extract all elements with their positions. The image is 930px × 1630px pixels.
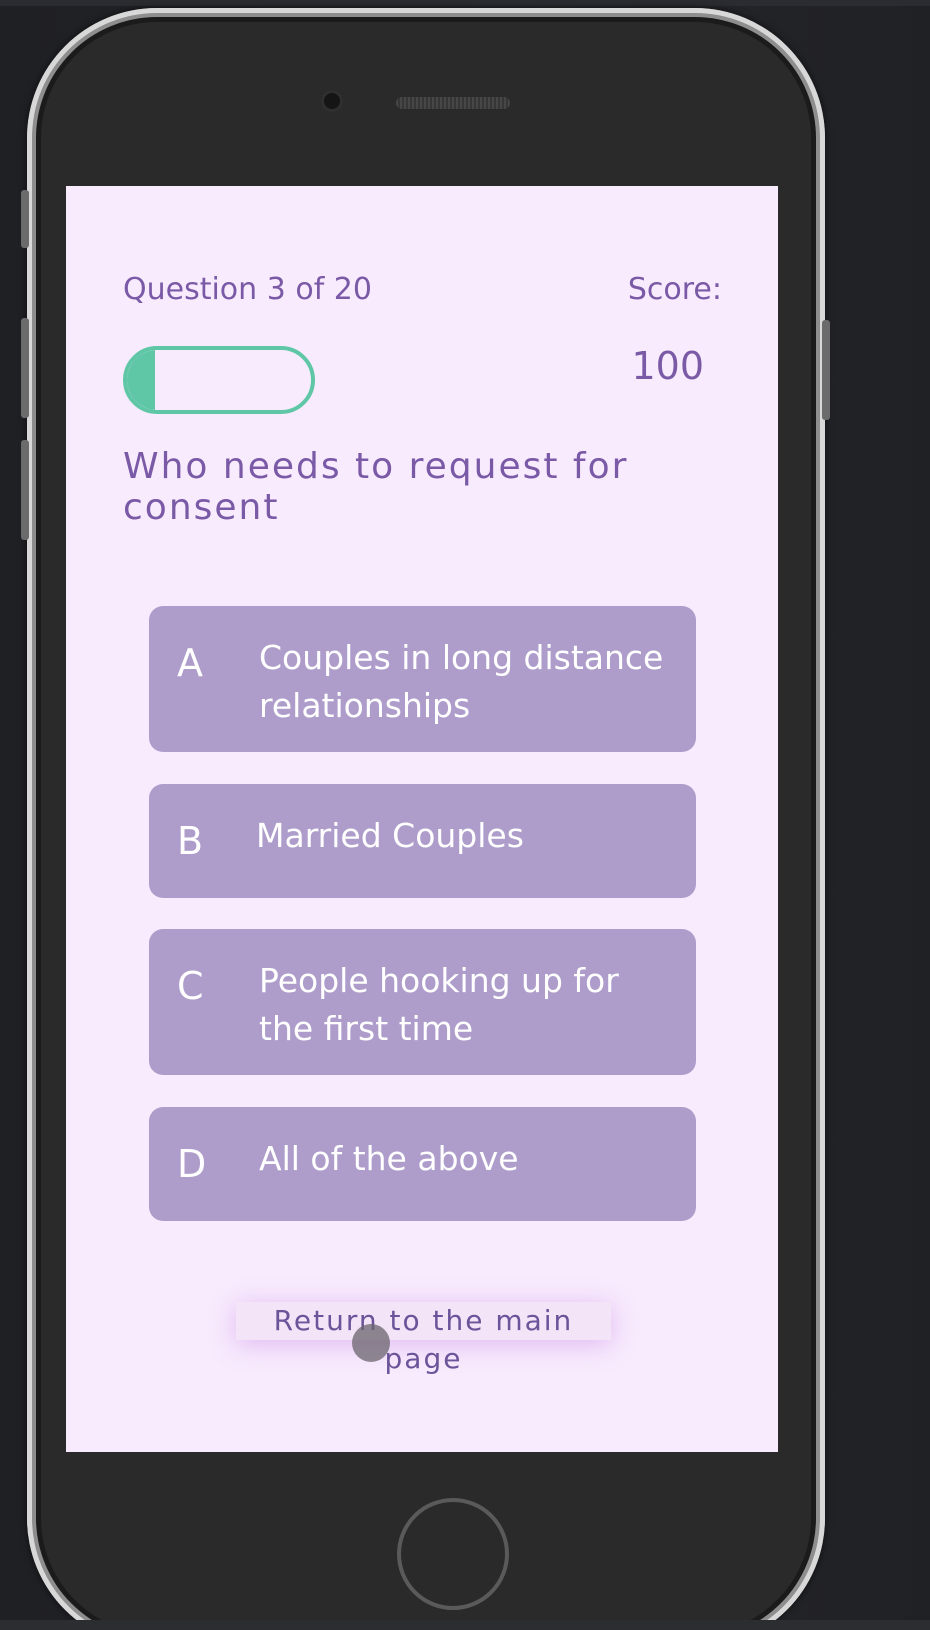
desktop-background: Question 3 of 20 Score: 100 Who needs to…	[0, 0, 930, 1630]
score-value: 100	[631, 344, 704, 388]
answer-option-d[interactable]: D All of the above	[149, 1107, 696, 1221]
volume-up-button	[21, 318, 29, 418]
progress-bar	[123, 346, 315, 414]
app-screen: Question 3 of 20 Score: 100 Who needs to…	[66, 186, 778, 1452]
progress-bar-fill	[127, 350, 155, 410]
option-text: Couples in long distance relationships	[259, 638, 664, 725]
option-letter: C	[177, 964, 204, 1008]
answer-option-c[interactable]: C People hooking up for the first time	[149, 929, 696, 1075]
option-letter: D	[177, 1142, 207, 1186]
volume-down-button	[21, 440, 29, 540]
earpiece-speaker	[396, 97, 510, 109]
question-counter: Question 3 of 20	[123, 272, 372, 307]
window-top-edge	[0, 0, 930, 6]
score-label: Score:	[627, 272, 722, 307]
option-letter: A	[177, 641, 203, 685]
question-text: Who needs to request for consent	[123, 446, 629, 528]
home-button[interactable]	[397, 1498, 509, 1610]
touch-cursor-indicator	[352, 1324, 390, 1362]
front-camera-icon	[324, 93, 340, 109]
window-bottom-edge	[0, 1620, 930, 1630]
answer-option-b[interactable]: B Married Couples	[149, 784, 696, 898]
option-text: All of the above	[259, 1139, 519, 1178]
option-text: Married Couples	[256, 816, 524, 855]
option-letter: B	[177, 819, 204, 863]
power-button	[822, 320, 830, 420]
mute-switch	[21, 190, 29, 248]
answer-option-a[interactable]: A Couples in long distance relationships	[149, 606, 696, 752]
option-text: People hooking up for the first time	[259, 961, 619, 1048]
return-main-page-link[interactable]: Return to the main page	[236, 1302, 611, 1375]
